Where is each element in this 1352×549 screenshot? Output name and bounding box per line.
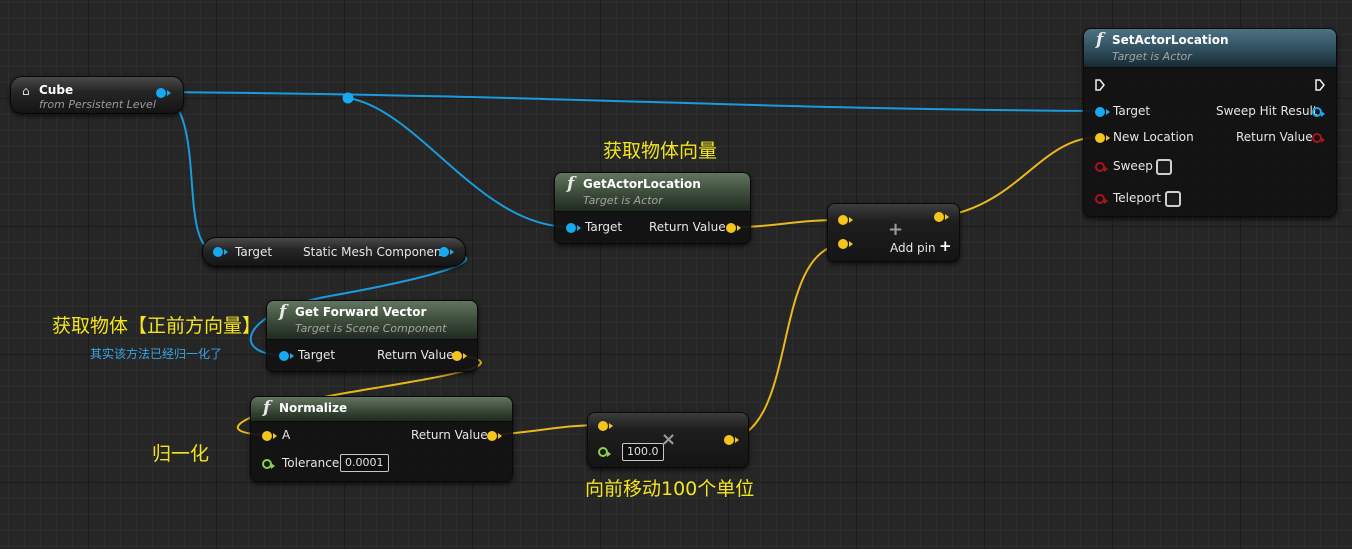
set-actor-target-label: Target xyxy=(1113,104,1151,118)
comment-move: 向前移动100个单位 xyxy=(585,478,755,500)
multiply-output-pin[interactable] xyxy=(724,435,739,445)
normalize-a-label: A xyxy=(282,428,291,442)
get-forward-vector-subtitle: Target is Scene Component xyxy=(295,322,447,335)
reroute-node xyxy=(342,92,354,104)
get-forward-vector-header: f Get Forward Vector Target is Scene Com… xyxy=(267,301,477,340)
set-actor-sweep-pin[interactable] xyxy=(1095,162,1108,172)
wire-add-to-setactor-newlocation xyxy=(939,136,1101,218)
add-node[interactable]: + Add pin + xyxy=(827,203,960,262)
function-icon: f xyxy=(263,398,271,418)
static-mesh-component-node[interactable]: Target Static Mesh Component xyxy=(202,237,466,267)
wire-cube-to-setactor-target xyxy=(159,91,1101,112)
normalize-return-pin[interactable] xyxy=(487,431,502,441)
static-mesh-target-label: Target xyxy=(235,245,273,259)
add-output-pin[interactable] xyxy=(934,212,949,222)
add-input-b-pin[interactable] xyxy=(838,239,853,249)
get-forward-vector-return-pin[interactable] xyxy=(452,351,467,361)
multiply-input-b-pin[interactable] xyxy=(598,447,611,457)
set-actor-sweep-label: Sweep xyxy=(1113,159,1153,173)
exec-in-icon[interactable] xyxy=(1095,79,1105,91)
get-actor-location-node[interactable]: f GetActorLocation Target is Actor Targe… xyxy=(554,172,751,244)
normalize-return-label: Return Value xyxy=(411,428,488,442)
get-actor-location-return-pin[interactable] xyxy=(726,223,741,233)
add-input-a-pin[interactable] xyxy=(838,215,853,225)
normalize-tolerance-input[interactable]: 0.0001 xyxy=(340,454,389,472)
function-icon: f xyxy=(567,174,575,194)
exec-out-icon[interactable] xyxy=(1315,79,1325,91)
set-actor-teleport-checkbox[interactable] xyxy=(1165,191,1181,207)
get-forward-vector-node[interactable]: f Get Forward Vector Target is Scene Com… xyxy=(266,300,478,372)
normalize-tolerance-pin[interactable] xyxy=(262,459,275,469)
set-actor-sweep-checkbox[interactable] xyxy=(1156,159,1172,175)
set-actor-return-pin[interactable] xyxy=(1312,133,1325,143)
comment-get-location: 获取物体向量 xyxy=(603,140,718,162)
set-actor-return-label: Return Value xyxy=(1236,130,1313,144)
get-actor-location-title: GetActorLocation xyxy=(583,177,701,191)
actor-icon: ⌂ xyxy=(22,84,30,98)
normalize-title: Normalize xyxy=(279,401,348,415)
static-mesh-output-label: Static Mesh Component xyxy=(303,245,447,259)
multiply-input-a-pin[interactable] xyxy=(598,421,613,431)
static-mesh-target-pin[interactable] xyxy=(213,247,228,257)
set-actor-target-pin[interactable] xyxy=(1095,107,1110,117)
add-operator-icon: + xyxy=(888,219,904,240)
get-actor-location-header: f GetActorLocation Target is Actor xyxy=(555,173,750,212)
set-actor-location-subtitle: Target is Actor xyxy=(1112,50,1192,63)
cube-reference-node[interactable]: ⌂ Cube from Persistent Level xyxy=(10,76,184,114)
wire-cube-to-getactorlocation-target xyxy=(347,97,572,229)
set-actor-location-node[interactable]: f SetActorLocation Target is Actor Targe… xyxy=(1083,28,1337,217)
normalize-node[interactable]: f Normalize A Return Value Tolerance 0.0… xyxy=(250,396,513,482)
get-forward-vector-target-pin[interactable] xyxy=(279,351,294,361)
multiply-icon: × xyxy=(661,429,677,450)
normalize-a-pin[interactable] xyxy=(262,431,277,441)
cube-output-pin[interactable] xyxy=(156,88,171,98)
add-pin-label[interactable]: Add pin xyxy=(890,241,936,255)
set-actor-sweep-hit-label: Sweep Hit Result xyxy=(1216,104,1318,118)
set-actor-teleport-label: Teleport xyxy=(1113,191,1161,205)
comment-normalize: 归一化 xyxy=(152,443,210,465)
set-actor-sweep-hit-pin[interactable] xyxy=(1312,107,1325,117)
set-actor-location-header: f SetActorLocation Target is Actor xyxy=(1084,29,1336,68)
set-actor-teleport-pin[interactable] xyxy=(1095,194,1108,204)
get-actor-location-return-label: Return Value xyxy=(649,220,726,234)
set-actor-new-location-pin[interactable] xyxy=(1095,133,1110,143)
cube-subtitle: from Persistent Level xyxy=(39,98,156,111)
set-actor-location-title: SetActorLocation xyxy=(1112,33,1229,47)
static-mesh-output-pin[interactable] xyxy=(439,247,454,257)
normalize-tolerance-label: Tolerance xyxy=(282,456,340,470)
set-actor-new-location-label: New Location xyxy=(1113,130,1194,144)
wire-multiply-to-add xyxy=(727,243,844,441)
get-forward-vector-target-label: Target xyxy=(298,348,336,362)
comment-forward-note: 其实该方法已经归一化了 xyxy=(90,347,223,361)
get-forward-vector-return-label: Return Value xyxy=(377,348,454,362)
function-icon: f xyxy=(279,302,287,322)
multiply-node[interactable]: 100.0 × xyxy=(587,412,749,468)
function-icon: f xyxy=(1096,30,1104,50)
comment-get-forward: 获取物体【正前方向量】 xyxy=(52,315,262,337)
add-pin-icon[interactable]: + xyxy=(939,237,952,255)
wire-cube-to-staticmesh-target xyxy=(159,91,218,253)
normalize-header: f Normalize xyxy=(251,397,512,422)
get-actor-location-target-label: Target xyxy=(585,220,623,234)
get-actor-location-target-pin[interactable] xyxy=(566,223,581,233)
get-forward-vector-title: Get Forward Vector xyxy=(295,305,427,319)
get-actor-location-subtitle: Target is Actor xyxy=(583,194,663,207)
multiply-value-input[interactable]: 100.0 xyxy=(622,443,664,461)
cube-title: Cube xyxy=(39,83,74,97)
